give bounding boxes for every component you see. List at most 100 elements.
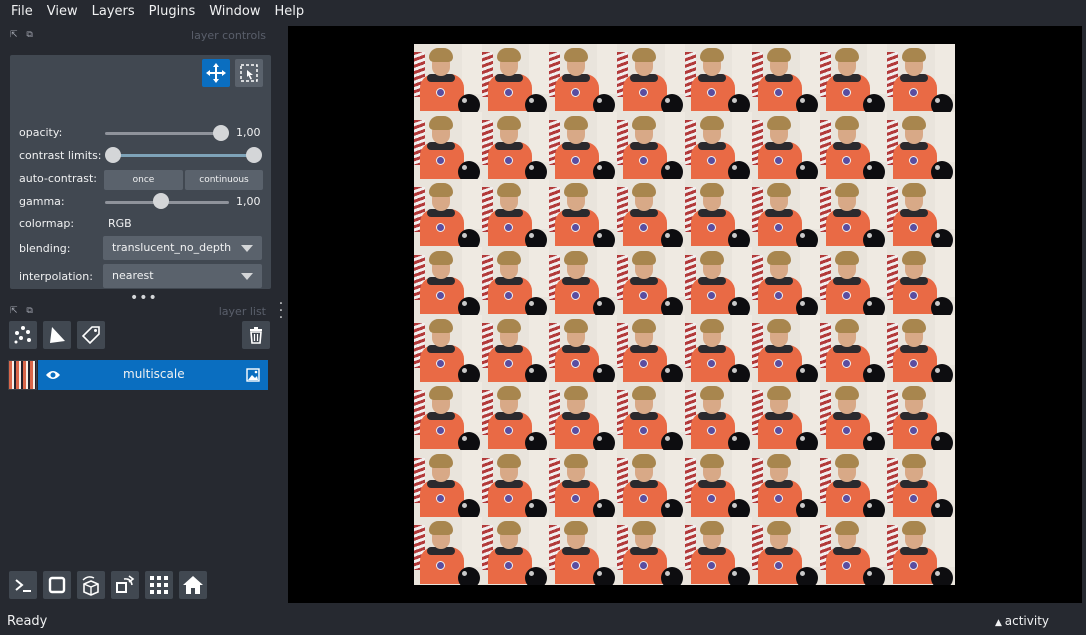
menu-help[interactable]: Help (268, 0, 312, 24)
colormap-label: colormap: (19, 217, 75, 230)
menu-window[interactable]: Window (202, 0, 267, 24)
image-tile (549, 517, 617, 585)
multiscale-image (414, 44, 955, 585)
move-arrows-icon (206, 63, 226, 83)
opacity-slider-handle[interactable] (213, 125, 229, 141)
status-bar: Ready ▲ activity (0, 607, 1086, 635)
interpolation-value: nearest (112, 269, 154, 282)
caret-up-icon: ▲ (994, 618, 1005, 628)
interpolation-label: interpolation: (19, 270, 93, 283)
blending-select[interactable]: translucent_no_depth (103, 236, 262, 260)
pan-zoom-button[interactable] (202, 59, 230, 87)
image-tile (752, 314, 820, 383)
image-tile (887, 382, 955, 450)
image-tile (481, 314, 550, 383)
interpolation-select[interactable]: nearest (103, 264, 262, 288)
image-tile (414, 314, 482, 383)
image-tile (819, 44, 888, 112)
delete-layer-button[interactable] (242, 321, 270, 349)
image-tile (616, 179, 685, 247)
layer-controls-title: layer controls (191, 29, 266, 42)
image-tile (616, 246, 685, 315)
image-tile (819, 314, 888, 383)
menu-plugins[interactable]: Plugins (142, 0, 203, 24)
image-tile (414, 382, 482, 450)
image-tile (616, 314, 685, 383)
new-labels-layer-button[interactable] (77, 321, 105, 349)
image-tile (752, 179, 820, 247)
transpose-icon (116, 575, 135, 593)
auto-contrast-once-button[interactable]: once (104, 170, 183, 190)
image-tile (752, 449, 820, 518)
transform-icon (240, 64, 258, 82)
image-tile (684, 246, 753, 315)
layer-item-body[interactable]: multiscale (38, 360, 268, 390)
image-tile (481, 44, 550, 112)
contrast-low-handle[interactable] (105, 147, 121, 163)
auto-contrast-continuous-button[interactable]: continuous (185, 170, 263, 190)
gamma-slider-handle[interactable] (153, 193, 169, 209)
more-options-icon[interactable]: · · · (277, 297, 285, 325)
image-tile (481, 449, 550, 518)
image-tile (887, 314, 955, 383)
menu-file[interactable]: File (4, 0, 40, 24)
trash-icon (250, 327, 262, 344)
cube-rotate-icon (82, 576, 99, 596)
contrast-limits-label: contrast limits: (19, 149, 102, 162)
image-tile (819, 246, 888, 315)
menu-layers[interactable]: Layers (85, 0, 142, 24)
chevron-down-icon (241, 273, 253, 280)
transform-button[interactable] (235, 59, 263, 87)
image-tile (549, 179, 617, 247)
blending-value: translucent_no_depth (112, 241, 232, 254)
home-button[interactable] (179, 571, 207, 599)
contrast-high-handle[interactable] (246, 147, 262, 163)
image-tile (819, 517, 888, 585)
home-icon (183, 576, 203, 594)
layer-list-header: ⇱ ⧉ layer list · · · (0, 297, 288, 325)
image-tile (481, 179, 550, 247)
auto-contrast-label: auto-contrast: (19, 172, 98, 185)
image-tile (752, 111, 820, 180)
image-tile (752, 517, 820, 585)
image-tile (414, 179, 482, 247)
layer-item[interactable]: multiscale (8, 360, 268, 390)
left-dock: ⇱ ⧉ layer controls opacity: 1,00 contras… (0, 26, 288, 604)
image-tile (414, 246, 482, 315)
console-button[interactable] (9, 571, 37, 599)
layer-name: multiscale (123, 367, 185, 381)
image-tile (616, 44, 685, 112)
menu-view[interactable]: View (40, 0, 85, 24)
new-points-layer-button[interactable] (9, 321, 37, 349)
terminal-icon (15, 579, 31, 592)
grid-view-button[interactable] (145, 571, 173, 599)
layer-list-title: layer list (218, 305, 266, 318)
image-tile (887, 449, 955, 518)
status-text: Ready (7, 614, 48, 629)
image-tile (819, 111, 888, 180)
image-tile (616, 449, 685, 518)
image-tile (887, 111, 955, 180)
activity-toggle[interactable]: ▲ activity (995, 614, 1049, 628)
eye-visibility-icon[interactable] (45, 369, 61, 381)
roll-dimensions-button[interactable] (77, 571, 105, 599)
image-tile (481, 246, 550, 315)
image-tile (414, 449, 482, 518)
transpose-dimensions-button[interactable] (111, 571, 139, 599)
image-tile (887, 44, 955, 112)
image-tile (752, 44, 820, 112)
image-tile (819, 449, 888, 518)
toggle-ndisplay-button[interactable] (43, 571, 71, 599)
new-shapes-layer-button[interactable] (43, 321, 71, 349)
dock-float-icon[interactable]: ⇱ ⧉ (10, 30, 36, 40)
grid-icon (150, 576, 168, 594)
image-tile (481, 517, 550, 585)
image-tile (752, 382, 820, 450)
layer-thumbnail (8, 360, 37, 390)
opacity-slider-track (105, 132, 221, 135)
image-tile (684, 314, 753, 383)
opacity-label: opacity: (19, 126, 63, 139)
contrast-slider-track (113, 154, 254, 157)
dock-float-icon[interactable]: ⇱ ⧉ (10, 306, 36, 316)
viewer-canvas[interactable] (288, 26, 1082, 603)
